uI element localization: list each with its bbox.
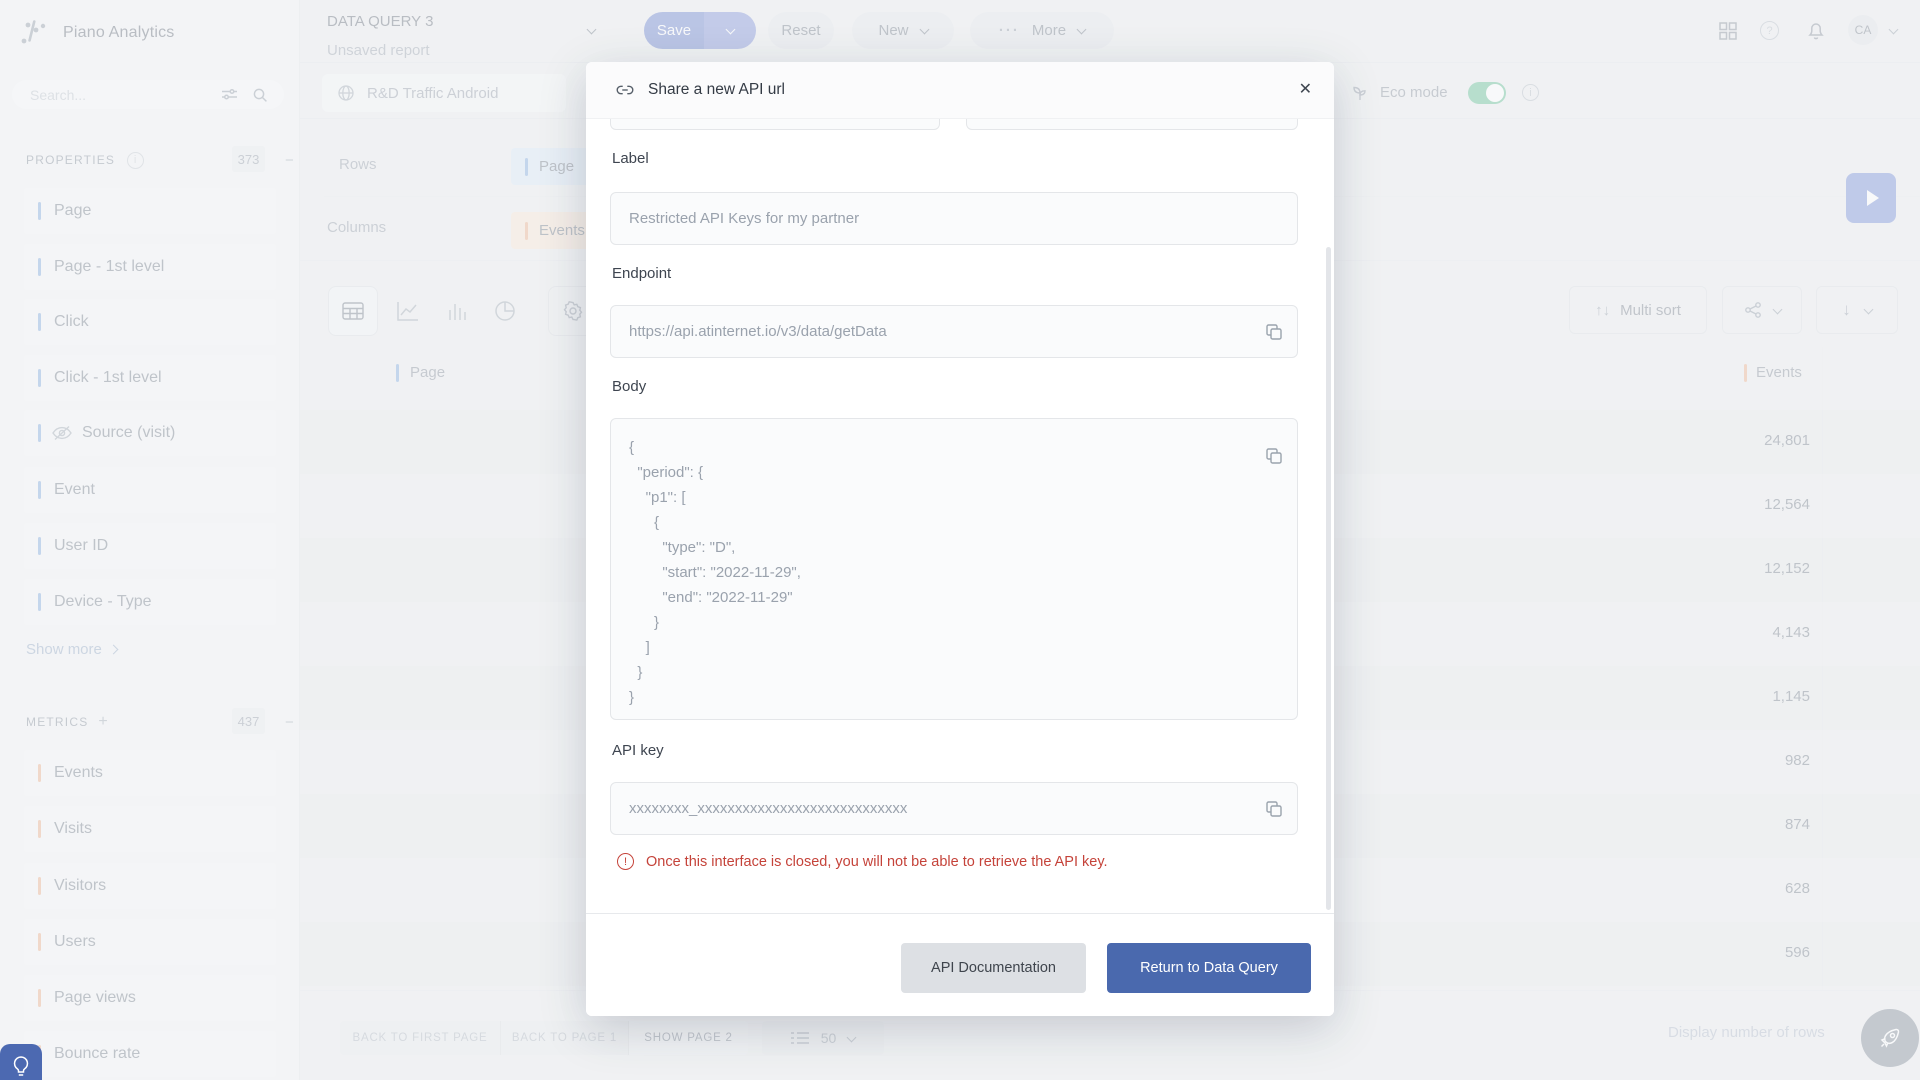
close-icon[interactable]: ✕ bbox=[1299, 82, 1312, 98]
api-key-field[interactable] bbox=[610, 782, 1298, 835]
label-field[interactable] bbox=[610, 192, 1298, 245]
body-field-label: Body bbox=[612, 378, 646, 395]
endpoint-input[interactable] bbox=[629, 323, 1297, 340]
label-input[interactable] bbox=[629, 210, 1297, 227]
app-root: Piano Analytics PROPERTIES i 373 − Page … bbox=[0, 0, 1920, 1080]
modal-title: Share a new API url bbox=[648, 81, 785, 99]
lightbulb-icon bbox=[10, 1054, 32, 1080]
label-field-label: Label bbox=[612, 150, 649, 167]
body-field[interactable]: { "period": { "p1": [ { "type": "D", "st… bbox=[610, 418, 1298, 720]
api-key-warning: ! Once this interface is closed, you wil… bbox=[617, 853, 1108, 870]
warning-text: Once this interface is closed, you will … bbox=[646, 854, 1108, 870]
api-key-field-label: API key bbox=[612, 742, 664, 759]
api-documentation-button[interactable]: API Documentation bbox=[901, 943, 1086, 993]
link-icon bbox=[614, 79, 636, 101]
body-json-text: { "period": { "p1": [ { "type": "D", "st… bbox=[629, 435, 1297, 710]
modal-scrollbar[interactable] bbox=[1326, 247, 1331, 910]
modal-header: Share a new API url ✕ bbox=[586, 62, 1334, 118]
api-key-input[interactable] bbox=[629, 800, 1297, 817]
copy-icon[interactable] bbox=[1265, 800, 1283, 818]
endpoint-field[interactable] bbox=[610, 305, 1298, 358]
copy-icon[interactable] bbox=[1265, 447, 1283, 465]
warning-icon: ! bbox=[617, 853, 634, 870]
endpoint-field-label: Endpoint bbox=[612, 265, 671, 282]
feedback-fab-button[interactable] bbox=[0, 1044, 42, 1080]
share-api-url-modal: Share a new API url ✕ Label Endpoint Bod… bbox=[586, 62, 1334, 1016]
copy-icon[interactable] bbox=[1265, 323, 1283, 341]
return-to-data-query-button[interactable]: Return to Data Query bbox=[1107, 943, 1311, 993]
modal-footer: API Documentation Return to Data Query bbox=[586, 913, 1334, 1016]
